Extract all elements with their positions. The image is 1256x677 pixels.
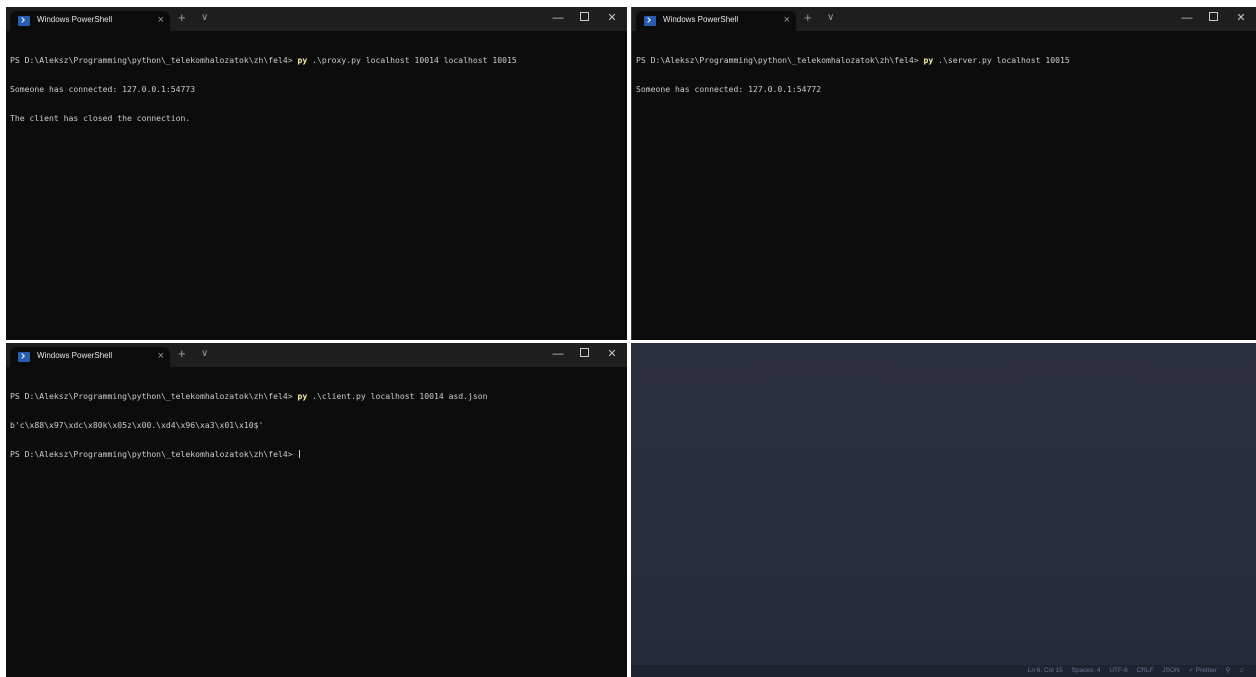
new-tab-button[interactable]: + xyxy=(804,10,812,26)
terminal-output[interactable]: PS D:\Aleksz\Programming\python\_telekom… xyxy=(10,373,623,479)
powershell-icon xyxy=(644,16,656,26)
terminal-window-server[interactable]: Windows PowerShell × + ∨ — ✕ PS D:\Aleks… xyxy=(631,7,1256,340)
maximize-button[interactable] xyxy=(577,11,591,25)
command-keyword: py xyxy=(923,55,934,66)
prompt: PS D:\Aleksz\Programming\python\_telekom… xyxy=(10,55,298,66)
maximize-button[interactable] xyxy=(1206,11,1220,25)
terminal-line: PS D:\Aleksz\Programming\python\_telekom… xyxy=(10,55,623,66)
tab-dropdown-icon[interactable]: ∨ xyxy=(201,10,208,26)
minimize-button[interactable]: — xyxy=(1180,11,1194,25)
maximize-button[interactable] xyxy=(577,347,591,361)
title-bar: Windows PowerShell × + ∨ — ✕ xyxy=(632,7,1256,31)
prompt: PS D:\Aleksz\Programming\python\_telekom… xyxy=(10,448,298,459)
terminal-line: PS D:\Aleksz\Programming\python\_telekom… xyxy=(636,55,1252,66)
tab-windows-powershell[interactable]: Windows PowerShell × xyxy=(10,11,170,31)
new-tab-button[interactable]: + xyxy=(178,10,186,26)
terminal-output[interactable]: PS D:\Aleksz\Programming\python\_telekom… xyxy=(10,37,623,143)
title-bar: Windows PowerShell × + ∨ — ✕ xyxy=(6,343,627,367)
maximize-icon xyxy=(579,12,589,21)
terminal-line: The client has closed the connection. xyxy=(10,112,191,123)
notifications-bell-icon[interactable]: ♫ xyxy=(1239,667,1244,674)
command-args: .\proxy.py localhost 10014 localhost 100… xyxy=(307,55,517,66)
text-cursor xyxy=(298,449,300,458)
maximize-icon xyxy=(579,348,589,357)
command-keyword: py xyxy=(297,391,308,402)
close-button[interactable]: ✕ xyxy=(605,11,619,25)
status-items: Ln 6, Col 15 Spaces: 4 UTF-8 CRLF JSON ✓… xyxy=(1021,666,1244,676)
terminal-output[interactable]: PS D:\Aleksz\Programming\python\_telekom… xyxy=(636,37,1252,114)
line-ending[interactable]: CRLF xyxy=(1137,667,1154,674)
tab-dropdown-icon[interactable]: ∨ xyxy=(201,346,208,362)
terminal-line[interactable]: PS D:\Aleksz\Programming\python\_telekom… xyxy=(10,448,623,460)
command-args: .\server.py localhost 10015 xyxy=(933,55,1070,66)
tab-title: Windows PowerShell xyxy=(37,15,113,24)
tab-title: Windows PowerShell xyxy=(37,351,113,360)
encoding[interactable]: UTF-8 xyxy=(1109,667,1127,674)
editor-pane[interactable]: Ln 6, Col 15 Spaces: 4 UTF-8 CRLF JSON ✓… xyxy=(631,343,1256,677)
language-mode[interactable]: JSON xyxy=(1162,667,1179,674)
tab-close-icon[interactable]: × xyxy=(158,349,164,363)
status-bar: Ln 6, Col 15 Spaces: 4 UTF-8 CRLF JSON ✓… xyxy=(631,665,1256,677)
tab-windows-powershell[interactable]: Windows PowerShell × xyxy=(636,11,796,31)
prompt: PS D:\Aleksz\Programming\python\_telekom… xyxy=(10,391,298,402)
title-bar: Windows PowerShell × + ∨ — ✕ xyxy=(6,7,627,31)
tab-title: Windows PowerShell xyxy=(663,15,739,24)
powershell-icon xyxy=(18,352,30,362)
close-button[interactable]: ✕ xyxy=(605,347,619,361)
powershell-icon xyxy=(18,16,30,26)
minimize-button[interactable]: — xyxy=(551,11,565,25)
prettier-status[interactable]: ✓ Prettier xyxy=(1189,667,1217,674)
live-share-icon[interactable]: ⚲ xyxy=(1226,667,1231,674)
terminal-window-proxy[interactable]: Windows PowerShell × + ∨ — ✕ PS D:\Aleks… xyxy=(6,7,627,340)
cursor-position[interactable]: Ln 6, Col 15 xyxy=(1028,667,1063,674)
prompt: PS D:\Aleksz\Programming\python\_telekom… xyxy=(636,55,924,66)
tab-dropdown-icon[interactable]: ∨ xyxy=(827,10,834,26)
minimize-button[interactable]: — xyxy=(551,347,565,361)
command-args: .\client.py localhost 10014 asd.json xyxy=(307,391,488,402)
terminal-window-client[interactable]: Windows PowerShell × + ∨ — ✕ PS D:\Aleks… xyxy=(6,343,627,677)
command-keyword: py xyxy=(297,55,308,66)
new-tab-button[interactable]: + xyxy=(178,346,186,362)
close-button[interactable]: ✕ xyxy=(1234,11,1248,25)
tab-windows-powershell[interactable]: Windows PowerShell × xyxy=(10,347,170,367)
terminal-line: Someone has connected: 127.0.0.1:54773 xyxy=(10,83,196,94)
terminal-line: PS D:\Aleksz\Programming\python\_telekom… xyxy=(10,391,623,402)
tab-close-icon[interactable]: × xyxy=(158,13,164,27)
terminal-line: b'c\x88\x97\xdc\x80k\x05z\x00.\xd4\x96\x… xyxy=(10,419,264,430)
maximize-icon xyxy=(1208,12,1218,21)
indentation[interactable]: Spaces: 4 xyxy=(1072,667,1101,674)
terminal-line: Someone has connected: 127.0.0.1:54772 xyxy=(636,83,822,94)
tab-close-icon[interactable]: × xyxy=(784,13,790,27)
